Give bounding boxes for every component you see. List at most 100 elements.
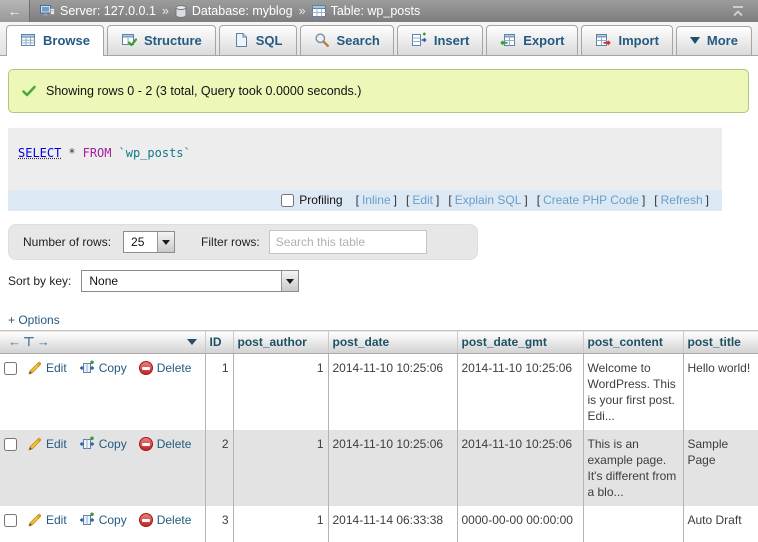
create-php-code-link[interactable]: Create PHP Code	[543, 193, 639, 207]
copy-icon	[79, 436, 95, 452]
delete-link[interactable]: Delete	[139, 512, 192, 528]
pencil-icon	[27, 361, 42, 376]
table-icon	[312, 5, 326, 17]
edit-label: Edit	[46, 512, 67, 528]
breadcrumb-separator: »	[299, 4, 306, 18]
chevron-down-icon	[162, 240, 170, 245]
tab-more[interactable]: More	[676, 26, 752, 55]
tab-label: Import	[618, 33, 658, 48]
back-button[interactable]: ←	[0, 0, 30, 22]
column-header-post-content[interactable]: post_content	[583, 331, 683, 354]
table-row: Edit Copy Delete 1 1 2014-11-10 10:25:06…	[0, 354, 758, 431]
explain-sql-link[interactable]: Explain SQL	[455, 193, 522, 207]
sql-table-ref: `wp_posts`	[119, 146, 191, 160]
options-toggle-link[interactable]: + Options	[8, 313, 60, 327]
delete-label: Delete	[157, 436, 192, 452]
tab-label: SQL	[256, 33, 283, 48]
insert-icon	[411, 32, 427, 48]
row-checkbox[interactable]	[4, 362, 17, 375]
edit-link[interactable]: Edit	[27, 436, 67, 452]
row-checkbox[interactable]	[4, 438, 17, 451]
sort-by-key-select[interactable]: None	[81, 270, 299, 292]
copy-link[interactable]: Copy	[79, 360, 127, 376]
row-checkbox[interactable]	[4, 514, 17, 527]
sql-keyword-from: FROM	[83, 146, 112, 160]
browse-icon	[20, 32, 36, 48]
bracket: ]	[436, 193, 439, 207]
tab-search[interactable]: Search	[300, 25, 394, 55]
delete-icon	[139, 437, 153, 451]
chevron-down-icon	[286, 279, 294, 284]
cell-post-author: 1	[233, 506, 328, 542]
cell-id: 2	[205, 430, 233, 506]
column-header-post-date-gmt[interactable]: post_date_gmt	[457, 331, 583, 354]
rows-per-page-select[interactable]: 25	[123, 231, 175, 253]
success-message: Showing rows 0 - 2 (3 total, Query took …	[8, 69, 749, 113]
tab-structure[interactable]: Structure	[107, 25, 216, 55]
cell-post-date-gmt: 0000-00-00 00:00:00	[457, 506, 583, 542]
cell-post-date: 2014-11-10 10:25:06	[328, 430, 457, 506]
inline-link[interactable]: Inline	[362, 193, 391, 207]
bracket: [	[406, 193, 409, 207]
bracket: ]	[524, 193, 527, 207]
breadcrumb: Server: 127.0.0.1 » Database: myblog » T…	[30, 0, 420, 22]
column-header-post-title[interactable]: post_title	[683, 331, 758, 354]
chevron-down-icon	[690, 37, 700, 44]
cell-post-content	[583, 506, 683, 542]
breadcrumb-database-label: Database: myblog	[192, 4, 293, 18]
success-message-text: Showing rows 0 - 2 (3 total, Query took …	[46, 84, 361, 98]
tab-label: Insert	[434, 33, 469, 48]
edit-link[interactable]: Edit	[27, 360, 67, 376]
cell-post-content: This is an example page. It's different …	[583, 430, 683, 506]
breadcrumb-table[interactable]: Table: wp_posts	[312, 4, 421, 18]
results-table: ←⊤→ ID post_author post_date post_date_g…	[0, 330, 758, 542]
transpose-arrows[interactable]: ←⊤→	[4, 334, 52, 349]
sql-keyword-select[interactable]: SELECT	[18, 146, 61, 160]
column-header-id[interactable]: ID	[205, 331, 233, 354]
cell-post-title: Auto Draft	[683, 506, 758, 542]
tab-bar: Browse Structure SQL Search Insert Expor…	[0, 22, 758, 56]
column-options-caret[interactable]	[187, 339, 197, 345]
profiling-bar: Profiling [ Inline ] [ Edit ] [ Explain …	[8, 190, 722, 211]
tab-insert[interactable]: Insert	[397, 25, 483, 55]
refresh-link[interactable]: Refresh	[661, 193, 703, 207]
table-row: Edit Copy Delete 3 1 2014-11-14 06:33:38…	[0, 506, 758, 542]
filter-search-input[interactable]	[269, 230, 427, 254]
copy-label: Copy	[99, 512, 127, 528]
tab-sql[interactable]: SQL	[219, 25, 297, 55]
breadcrumb-server-label: Server: 127.0.0.1	[60, 4, 156, 18]
cell-id: 3	[205, 506, 233, 542]
select-dropdown-button[interactable]	[281, 271, 298, 291]
copy-link[interactable]: Copy	[79, 512, 127, 528]
profiling-label: Profiling	[299, 193, 342, 207]
cell-post-date: 2014-11-10 10:25:06	[328, 354, 457, 431]
tab-export[interactable]: Export	[486, 25, 578, 55]
delete-link[interactable]: Delete	[139, 436, 192, 452]
select-dropdown-button[interactable]	[157, 232, 174, 252]
bracket: [	[654, 193, 657, 207]
delete-icon	[139, 513, 153, 527]
copy-link[interactable]: Copy	[79, 436, 127, 452]
back-arrow-icon: ←	[8, 3, 22, 19]
collapse-console-icon[interactable]	[730, 4, 746, 21]
column-header-post-author[interactable]: post_author	[233, 331, 328, 354]
profiling-checkbox[interactable]	[281, 194, 294, 207]
table-row: Edit Copy Delete 2 1 2014-11-10 10:25:06…	[0, 430, 758, 506]
edit-link[interactable]: Edit	[27, 512, 67, 528]
sql-star: *	[68, 146, 75, 160]
tab-import[interactable]: Import	[581, 25, 672, 55]
tab-browse[interactable]: Browse	[6, 25, 104, 56]
delete-label: Delete	[157, 512, 192, 528]
breadcrumb-server[interactable]: Server: 127.0.0.1	[40, 4, 156, 18]
edit-label: Edit	[46, 436, 67, 452]
bracket: [	[356, 193, 359, 207]
bracket: ]	[642, 193, 645, 207]
delete-link[interactable]: Delete	[139, 360, 192, 376]
breadcrumb-bar: ← Server: 127.0.0.1 » Database: myblog »…	[0, 0, 758, 22]
edit-query-link[interactable]: Edit	[412, 193, 433, 207]
sql-icon	[233, 32, 249, 48]
breadcrumb-database[interactable]: Database: myblog	[175, 4, 293, 18]
column-header-post-date[interactable]: post_date	[328, 331, 457, 354]
tab-label: Browse	[43, 33, 90, 48]
delete-icon	[139, 361, 153, 375]
